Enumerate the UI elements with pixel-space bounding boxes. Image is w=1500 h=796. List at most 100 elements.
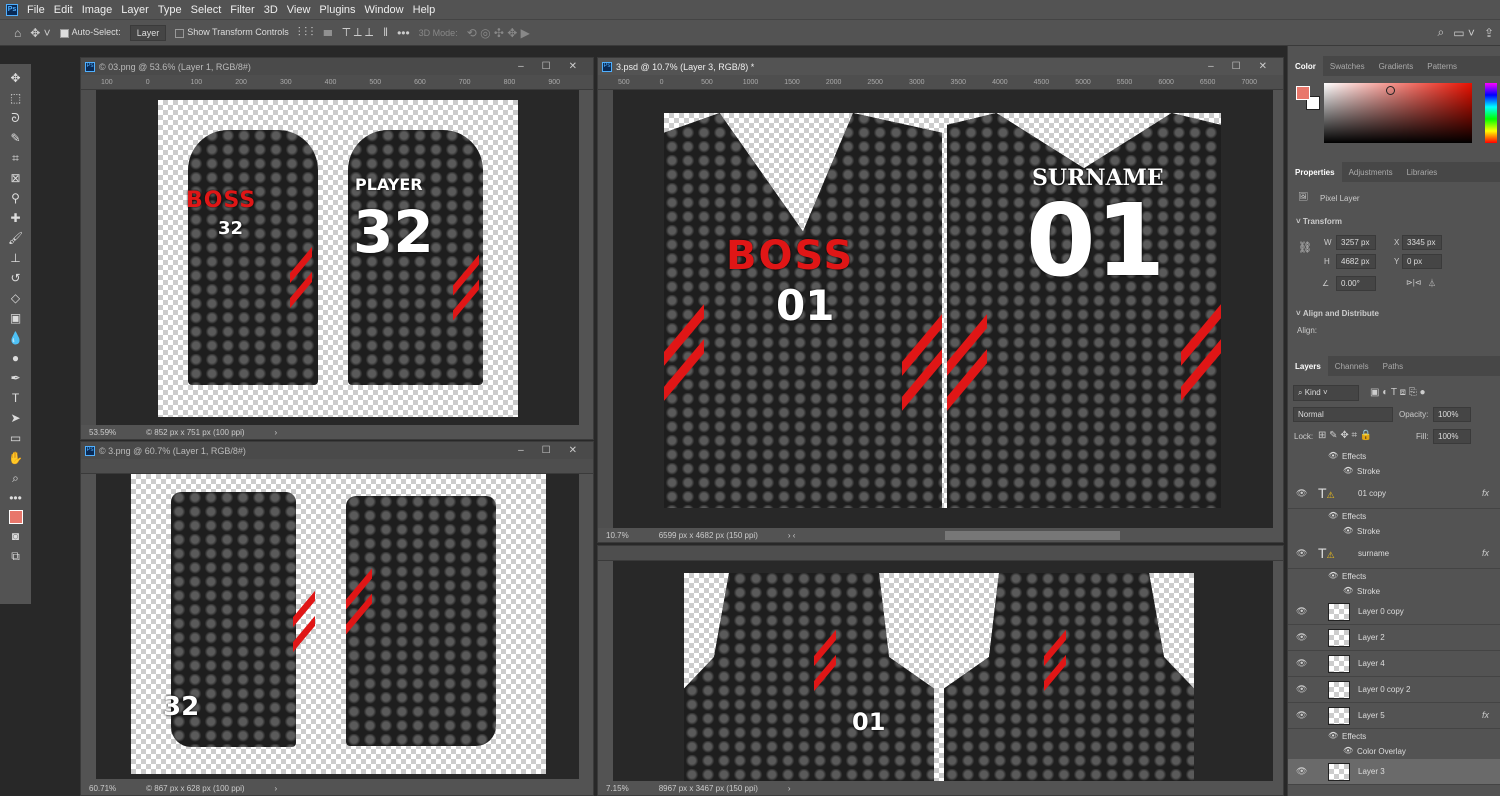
layer-effect-row[interactable]: 👁 Stroke	[1288, 524, 1500, 539]
more-icon[interactable]: •••	[397, 26, 410, 40]
layer-effect-row[interactable]: 👁 Color Overlay	[1288, 744, 1500, 759]
angle-field[interactable]: 0.00°	[1336, 276, 1376, 291]
x-field[interactable]: 3345 px	[1402, 235, 1442, 250]
color-picker-field[interactable]	[1324, 83, 1472, 143]
align-icons[interactable]: ⫶ ⫶ ⫶ ☰ ⊤ ⊥ ⊥ ‖	[298, 25, 388, 40]
canvas-area[interactable]: 01	[613, 561, 1273, 783]
visibility-eye-icon[interactable]: 👁	[1296, 684, 1307, 695]
eraser-tool-icon[interactable]: ◇	[11, 290, 20, 306]
zoom-tool-icon[interactable]: ⌕	[12, 470, 19, 486]
share-icon[interactable]: ⇪	[1484, 26, 1500, 40]
show-transform-checkbox[interactable]: Show Transform Controls	[175, 27, 289, 38]
marquee-tool-icon[interactable]: ⬚	[10, 90, 21, 106]
zoom-level[interactable]: 7.15%	[606, 784, 629, 793]
menu-3d[interactable]: 3D	[264, 4, 278, 16]
auto-select-dropdown[interactable]: Layer	[129, 24, 167, 41]
layer-effect-row[interactable]: 👁 Effects	[1288, 729, 1500, 744]
flip-vertical-icon[interactable]: ⏃	[1428, 278, 1436, 289]
quick-select-tool-icon[interactable]: ✎	[10, 130, 20, 146]
close-button[interactable]: ✕	[569, 445, 577, 456]
hue-slider[interactable]	[1485, 83, 1497, 143]
tab-color[interactable]: Color	[1288, 56, 1323, 76]
tab-gradients[interactable]: Gradients	[1372, 56, 1421, 76]
foreground-color-swatch[interactable]	[1296, 86, 1310, 100]
gradient-tool-icon[interactable]: ▣	[10, 310, 21, 326]
status-arrow-icon[interactable]: ›	[275, 428, 278, 437]
screen-mode-icon[interactable]: ⧉	[11, 548, 20, 564]
maximize-button[interactable]: ☐	[542, 61, 551, 72]
type-tool-icon[interactable]: T	[12, 390, 19, 406]
visibility-eye-icon[interactable]: 👁	[1296, 632, 1307, 643]
maximize-button[interactable]: ☐	[1232, 61, 1241, 72]
frame-tool-icon[interactable]: ⊠	[10, 170, 20, 186]
visibility-eye-icon[interactable]: 👁	[1296, 766, 1307, 777]
visibility-eye-icon[interactable]: 👁	[1296, 606, 1307, 617]
layer-effect-row[interactable]: 👁 Stroke	[1288, 464, 1500, 479]
flip-horizontal-icon[interactable]: ⊳|⊲	[1406, 278, 1421, 287]
menu-view[interactable]: View	[287, 4, 311, 16]
move-tool-icon[interactable]: ✥	[10, 70, 20, 86]
effect-visibility-eye-icon[interactable]: 👁	[1343, 466, 1353, 475]
menu-window[interactable]: Window	[365, 4, 404, 16]
path-select-tool-icon[interactable]: ➤	[10, 410, 20, 426]
color-picker-cursor[interactable]	[1386, 86, 1395, 95]
layer-effect-row[interactable]: 👁 Stroke	[1288, 584, 1500, 599]
more-tools-icon[interactable]: •••	[9, 490, 22, 506]
layer-effect-row[interactable]: 👁 Effects	[1288, 509, 1500, 524]
tab-layers[interactable]: Layers	[1288, 356, 1328, 376]
auto-select-checkbox[interactable]: Auto-Select:	[59, 27, 121, 38]
effect-visibility-eye-icon[interactable]: 👁	[1343, 746, 1353, 755]
canvas[interactable]: BOSS 01 SURNAME 01	[664, 113, 1221, 508]
width-field[interactable]: 3257 px	[1336, 235, 1376, 250]
layer-row[interactable]: 👁 Layer 2	[1288, 625, 1500, 651]
maximize-button[interactable]: ☐	[542, 445, 551, 456]
status-arrow-icon[interactable]: ›	[788, 784, 791, 793]
effect-visibility-eye-icon[interactable]: 👁	[1343, 586, 1353, 595]
dodge-tool-icon[interactable]: ●	[12, 350, 19, 366]
layer-effect-row[interactable]: 👁 Effects	[1288, 449, 1500, 464]
document-tab[interactable]: Ps 3.psd @ 10.7% (Layer 3, RGB/8) * – ☐ ✕	[598, 58, 1283, 75]
transform-section-title[interactable]: ˅ Transform	[1296, 217, 1342, 226]
y-field[interactable]: 0 px	[1402, 254, 1442, 269]
layer-row[interactable]: 👁 T⚠ surname fx	[1288, 539, 1500, 569]
status-arrow-icon[interactable]: ›	[275, 784, 278, 793]
close-button[interactable]: ✕	[569, 61, 577, 72]
effect-visibility-eye-icon[interactable]: 👁	[1328, 511, 1338, 520]
crop-tool-icon[interactable]: ⌗	[12, 150, 19, 166]
minimize-button[interactable]: –	[1208, 61, 1214, 72]
search-icon[interactable]: ⌕	[1438, 25, 1445, 40]
blur-tool-icon[interactable]: 💧	[8, 330, 23, 346]
pen-tool-icon[interactable]: ✒	[10, 370, 20, 386]
minimize-button[interactable]: –	[518, 445, 524, 456]
tab-paths[interactable]: Paths	[1376, 356, 1410, 376]
canvas-area[interactable]: 32	[96, 474, 579, 779]
move-tool-icon[interactable]: ✥ ˅	[30, 26, 50, 40]
visibility-eye-icon[interactable]: 👁	[1296, 548, 1307, 559]
eyedropper-tool-icon[interactable]: ⚲	[11, 190, 20, 206]
height-field[interactable]: 4682 px	[1336, 254, 1376, 269]
brush-tool-icon[interactable]: 🖌	[8, 230, 23, 246]
layer-row[interactable]: 👁 T⚠ 01 copy fx	[1288, 479, 1500, 509]
document-tab[interactable]: Ps © 3.png @ 60.7% (Layer 1, RGB/8#) – ☐ ✕	[81, 442, 593, 459]
effect-visibility-eye-icon[interactable]: 👁	[1328, 731, 1338, 740]
tab-libraries[interactable]: Libraries	[1400, 162, 1445, 182]
menu-help[interactable]: Help	[413, 4, 436, 16]
menu-select[interactable]: Select	[191, 4, 222, 16]
hand-tool-icon[interactable]: ✋	[8, 450, 23, 466]
close-button[interactable]: ✕	[1259, 61, 1267, 72]
menu-image[interactable]: Image	[82, 4, 113, 16]
canvas[interactable]: BOSS 32 PLAYER 32	[158, 100, 518, 417]
foreground-color-swatch[interactable]	[8, 510, 23, 524]
opacity-field[interactable]: 100%	[1433, 407, 1471, 422]
layer-row[interactable]: 👁 Layer 5 fx	[1288, 703, 1500, 729]
document-tab[interactable]: Ps © 03.png @ 53.6% (Layer 1, RGB/8#) – ☐ ✕	[81, 58, 593, 75]
lock-icons[interactable]: ⊞ ✎ ✥ ⌗ 🔒	[1318, 430, 1372, 441]
blend-mode-dropdown[interactable]: Normal	[1293, 407, 1393, 422]
home-icon[interactable]: ⌂	[14, 26, 21, 40]
visibility-eye-icon[interactable]: 👁	[1296, 658, 1307, 669]
workspace-icon[interactable]: ▭ ˅	[1453, 26, 1475, 40]
zoom-level[interactable]: 53.59%	[89, 428, 116, 437]
stamp-tool-icon[interactable]: ⊥	[10, 250, 20, 266]
link-icon[interactable]: ⛓	[1298, 241, 1312, 254]
horizontal-scrollbar[interactable]	[945, 530, 1121, 540]
